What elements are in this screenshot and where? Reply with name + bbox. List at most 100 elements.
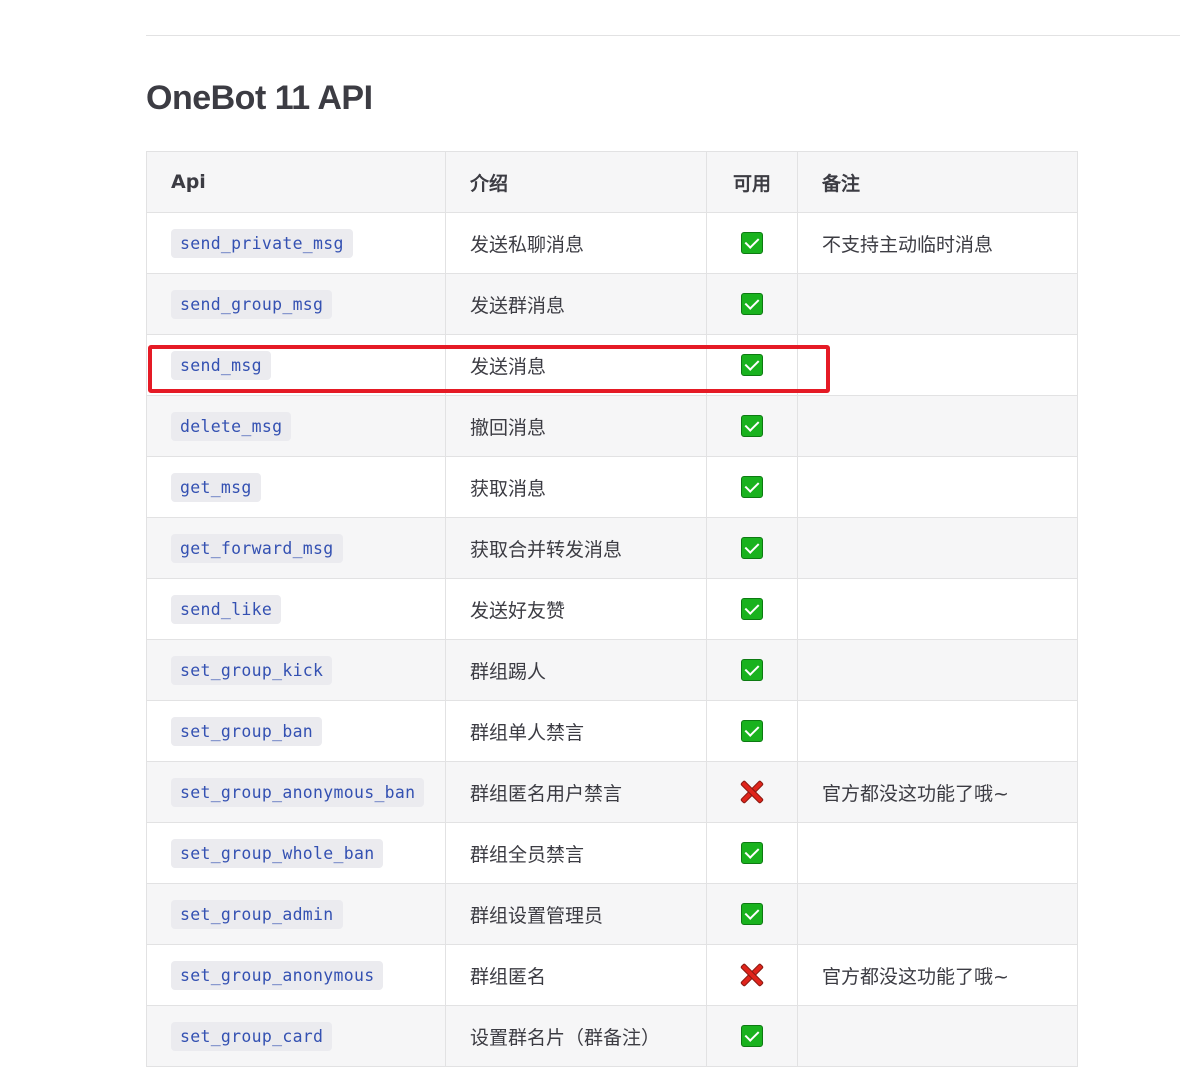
available-cell: [706, 700, 798, 762]
available-cell: [706, 273, 798, 335]
api-name: get_forward_msg: [171, 534, 343, 563]
table-body: send_private_msg 发送私聊消息 不支持主动临时消息 send_grou…: [146, 212, 1078, 1067]
note-cell: [797, 578, 1078, 640]
api-table: Api 介绍 可用 备注 send_private_msg 发送私聊消息 不支持主动…: [146, 151, 1078, 1067]
check-mark-icon: [741, 354, 763, 377]
api-name: set_group_kick: [171, 656, 333, 685]
check-mark-icon: [741, 476, 763, 499]
top-divider: [146, 35, 1180, 36]
api-cell: delete_msg: [146, 395, 446, 457]
table-row: send_like 发送好友赞: [146, 578, 1078, 640]
api-name: set_group_anonymous: [171, 961, 384, 990]
api-cell: send_msg: [146, 334, 446, 396]
api-cell: set_group_ban: [146, 700, 446, 762]
description-cell: 群组踢人: [445, 639, 707, 701]
table-row: send_private_msg 发送私聊消息 不支持主动临时消息: [146, 212, 1078, 274]
header-api: Api: [146, 151, 446, 213]
note-cell: [797, 1005, 1078, 1067]
api-cell: send_private_msg: [146, 212, 446, 274]
check-mark-icon: [741, 659, 763, 682]
api-cell: set_group_anonymous_ban: [146, 761, 446, 823]
api-name: get_msg: [171, 473, 261, 502]
description-cell: 群组全员禁言: [445, 822, 707, 884]
api-cell: set_group_card: [146, 1005, 446, 1067]
note-cell: [797, 334, 1078, 396]
table-row: set_group_ban 群组单人禁言: [146, 700, 1078, 762]
note-cell: [797, 456, 1078, 518]
description-cell: 获取合并转发消息: [445, 517, 707, 579]
api-cell: get_forward_msg: [146, 517, 446, 579]
api-name: send_like: [171, 595, 282, 624]
table-row: delete_msg 撤回消息: [146, 395, 1078, 457]
check-mark-icon: [741, 842, 763, 865]
api-name: set_group_whole_ban: [171, 839, 384, 868]
check-mark-icon: [741, 598, 763, 621]
check-mark-icon: [741, 232, 763, 255]
api-name: send_msg: [171, 351, 271, 380]
api-name: set_group_card: [171, 1022, 333, 1051]
table-row: set_group_anonymous_ban 群组匿名用户禁言 官方都没这功能了哦…: [146, 761, 1078, 823]
available-cell: [706, 822, 798, 884]
available-cell: [706, 944, 798, 1006]
available-cell: [706, 334, 798, 396]
note-cell: 不支持主动临时消息: [797, 212, 1078, 274]
available-cell: [706, 761, 798, 823]
note-cell: 官方都没这功能了哦~: [797, 944, 1078, 1006]
table-row: send_msg 发送消息: [146, 334, 1078, 396]
description-cell: 获取消息: [445, 456, 707, 518]
description-cell: 发送私聊消息: [445, 212, 707, 274]
table-row: get_msg 获取消息: [146, 456, 1078, 518]
table-row: set_group_admin 群组设置管理员: [146, 883, 1078, 945]
table-row: set_group_kick 群组踢人: [146, 639, 1078, 701]
description-cell: 群组匿名: [445, 944, 707, 1006]
available-cell: [706, 578, 798, 640]
header-note: 备注: [797, 151, 1078, 213]
header-desc: 介绍: [445, 151, 707, 213]
table-row: set_group_anonymous 群组匿名 官方都没这功能了哦~: [146, 944, 1078, 1006]
api-cell: set_group_whole_ban: [146, 822, 446, 884]
table-row: get_forward_msg 获取合并转发消息: [146, 517, 1078, 579]
api-cell: set_group_admin: [146, 883, 446, 945]
note-cell: [797, 517, 1078, 579]
api-cell: set_group_kick: [146, 639, 446, 701]
table-row: set_group_whole_ban 群组全员禁言: [146, 822, 1078, 884]
available-cell: [706, 1005, 798, 1067]
table-row: set_group_card 设置群名片（群备注）: [146, 1005, 1078, 1067]
note-cell: [797, 700, 1078, 762]
header-available: 可用: [706, 151, 798, 213]
description-cell: 群组单人禁言: [445, 700, 707, 762]
api-name: send_group_msg: [171, 290, 333, 319]
cross-mark-icon: [740, 780, 764, 804]
check-mark-icon: [741, 720, 763, 743]
note-cell: [797, 639, 1078, 701]
description-cell: 发送好友赞: [445, 578, 707, 640]
note-cell: [797, 883, 1078, 945]
check-mark-icon: [741, 903, 763, 926]
description-cell: 发送群消息: [445, 273, 707, 335]
available-cell: [706, 395, 798, 457]
available-cell: [706, 639, 798, 701]
description-cell: 群组匿名用户禁言: [445, 761, 707, 823]
api-name: set_group_ban: [171, 717, 323, 746]
api-cell: set_group_anonymous: [146, 944, 446, 1006]
description-cell: 设置群名片（群备注）: [445, 1005, 707, 1067]
api-name: set_group_anonymous_ban: [171, 778, 425, 807]
available-cell: [706, 517, 798, 579]
available-cell: [706, 212, 798, 274]
page-title: OneBot 11 API: [146, 79, 373, 117]
check-mark-icon: [741, 415, 763, 438]
check-mark-icon: [741, 293, 763, 316]
api-cell: send_like: [146, 578, 446, 640]
api-name: delete_msg: [171, 412, 292, 441]
api-name: set_group_admin: [171, 900, 343, 929]
description-cell: 撤回消息: [445, 395, 707, 457]
api-cell: send_group_msg: [146, 273, 446, 335]
note-cell: [797, 822, 1078, 884]
api-cell: get_msg: [146, 456, 446, 518]
available-cell: [706, 883, 798, 945]
check-mark-icon: [741, 537, 763, 560]
note-cell: [797, 273, 1078, 335]
note-cell: [797, 395, 1078, 457]
api-name: send_private_msg: [171, 229, 353, 258]
check-mark-icon: [741, 1025, 763, 1048]
